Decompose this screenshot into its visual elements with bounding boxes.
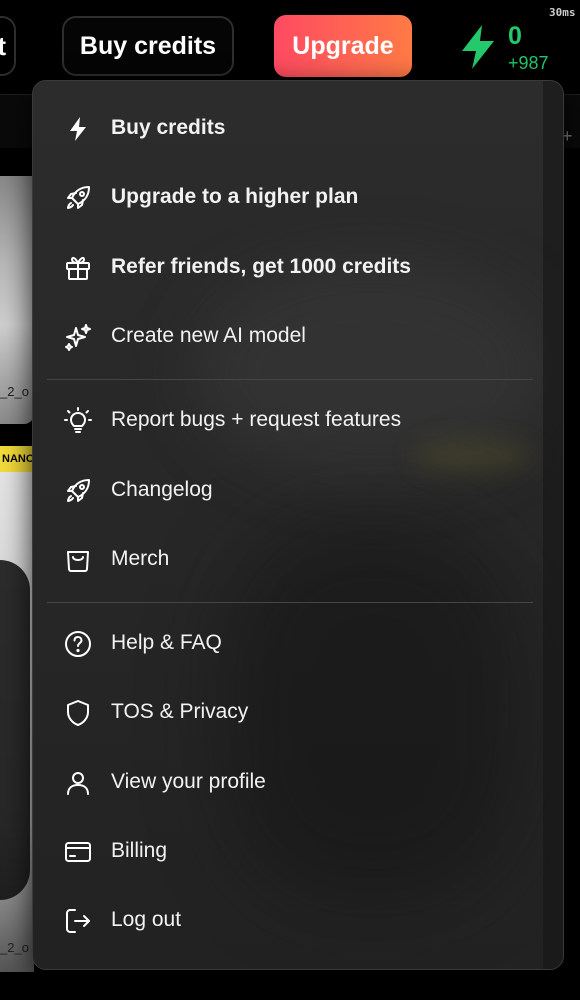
user-icon <box>63 768 93 798</box>
thumbnail-caption: _2_o <box>0 384 29 399</box>
menu-item-buy-credits[interactable]: Buy credits <box>33 100 533 156</box>
account-dropdown-menu: Buy credits Upgrade to a higher plan Ref… <box>32 80 564 970</box>
menu-item-refer-friends[interactable]: Refer friends, get 1000 credits <box>33 239 533 295</box>
menu-item-label: Refer friends, get 1000 credits <box>111 255 411 278</box>
lightbulb-icon <box>63 406 93 436</box>
app-root: + _2_o NANO _2_o t Buy credits Upgrade 0… <box>0 0 580 1000</box>
menu-item-label: Create new AI model <box>111 324 306 347</box>
menu-item-logout[interactable]: Log out <box>33 892 533 948</box>
menu-item-label: Billing <box>111 839 168 862</box>
thumbnail-caption: _2_o <box>0 940 29 955</box>
upgrade-button[interactable]: Upgrade <box>274 15 412 77</box>
menu-divider <box>47 379 533 380</box>
question-circle-icon <box>63 629 93 659</box>
menu-item-create-model[interactable]: Create new AI model <box>33 308 533 364</box>
menu-item-changelog[interactable]: Changelog <box>33 462 533 518</box>
thumbnail-figure <box>0 560 30 900</box>
credit-card-icon <box>63 837 93 867</box>
credits-delta: +987 <box>508 53 549 73</box>
rocket-icon <box>63 183 93 213</box>
menu-scrollbar[interactable] <box>543 81 563 969</box>
nav-button[interactable]: t <box>0 16 16 76</box>
sparkles-icon <box>63 322 93 352</box>
latency-readout: 30ms <box>549 6 576 19</box>
menu-item-label: Help & FAQ <box>111 631 222 654</box>
menu-item-label: Buy credits <box>111 116 226 139</box>
menu-item-label: TOS & Privacy <box>111 700 249 723</box>
rocket-icon <box>63 476 93 506</box>
menu-divider <box>47 602 533 603</box>
menu-item-label: Upgrade to a higher plan <box>111 185 359 208</box>
menu-item-merch[interactable]: Merch <box>33 531 533 587</box>
lightning-icon <box>63 114 93 144</box>
buy-credits-button[interactable]: Buy credits <box>62 16 234 76</box>
logout-icon <box>63 906 93 936</box>
model-badge: NANO <box>0 446 34 472</box>
menu-item-help[interactable]: Help & FAQ <box>33 615 533 671</box>
menu-item-billing[interactable]: Billing <box>33 823 533 879</box>
menu-item-profile[interactable]: View your profile <box>33 754 533 810</box>
menu-item-label: Report bugs + request features <box>111 408 402 431</box>
menu-item-label: Changelog <box>111 478 213 501</box>
menu-item-label: Log out <box>111 908 182 931</box>
gift-icon <box>63 253 93 283</box>
menu-item-report-bugs[interactable]: Report bugs + request features <box>33 392 533 448</box>
shield-icon <box>63 698 93 728</box>
menu-item-upgrade[interactable]: Upgrade to a higher plan <box>33 169 533 225</box>
menu-item-label: View your profile <box>111 770 266 793</box>
menu-item-label: Merch <box>111 547 170 570</box>
bag-icon <box>63 545 93 575</box>
credits-count: 0 <box>508 22 522 50</box>
menu-item-tos[interactable]: TOS & Privacy <box>33 684 533 740</box>
lightning-icon[interactable] <box>458 24 498 70</box>
